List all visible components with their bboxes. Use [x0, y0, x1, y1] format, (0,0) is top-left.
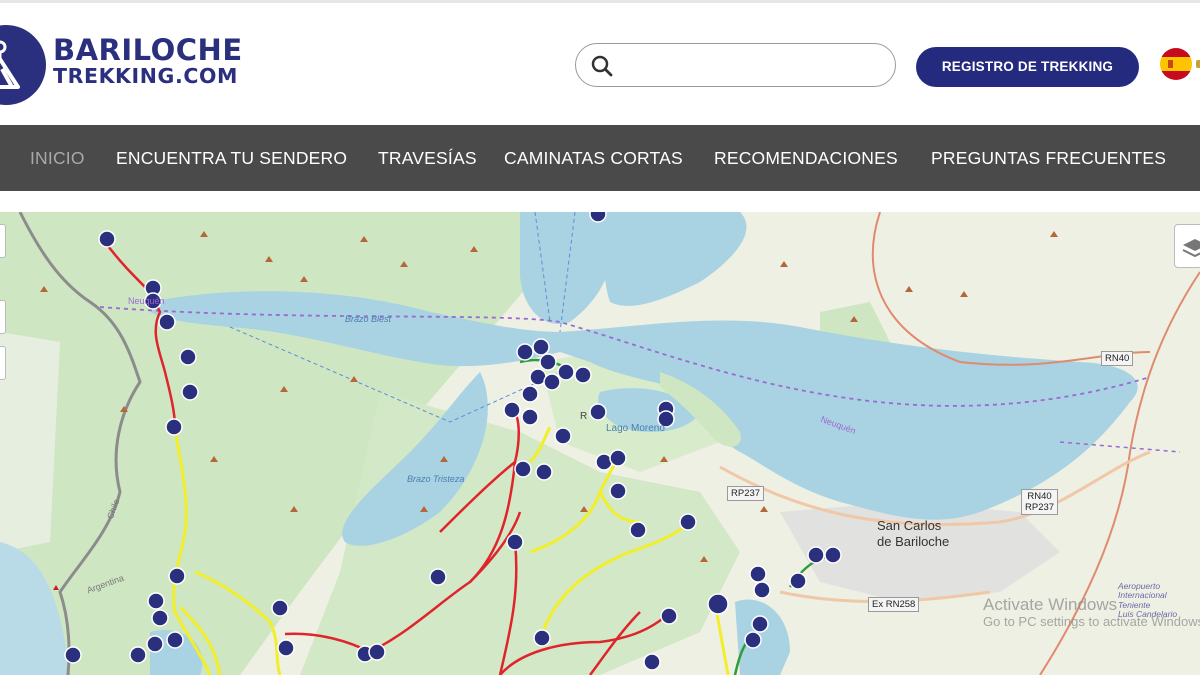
search-icon[interactable] — [590, 54, 614, 78]
nav-recomendaciones[interactable]: RECOMENDACIONES — [714, 125, 898, 191]
road-shield-rn40: RN40 — [1101, 351, 1134, 366]
road-shield-ex-rn258: Ex RN258 — [868, 597, 920, 612]
watermark-subtitle: Go to PC settings to activate Windows. — [983, 613, 1200, 629]
search-input[interactable] — [622, 50, 882, 80]
logo-wordmark[interactable]: BARILOCHE TREKKING.COM — [53, 36, 243, 87]
neuquen-label-west: Neuquén — [128, 296, 165, 306]
watermark-title: Activate Windows — [983, 595, 1118, 614]
road-shield-rn40-rp237: RN40 RP237 — [1021, 489, 1059, 515]
register-trekking-button[interactable]: REGISTRO DE TREKKING — [916, 47, 1139, 87]
nav-encuentra-tu-sendero[interactable]: ENCUENTRA TU SENDERO — [116, 125, 347, 191]
brazo-tristeza-label: Brazo Tristeza — [407, 474, 465, 484]
site-header: BARILOCHE TREKKING.COM REGISTRO DE TREKK… — [0, 3, 1200, 125]
nav-preguntas-frecuentes[interactable]: PREGUNTAS FRECUENTES — [931, 125, 1166, 191]
road-letter-label: R — [580, 411, 588, 422]
layers-icon[interactable] — [1174, 224, 1200, 268]
road-shield-rp237: RP237 — [727, 486, 765, 501]
search-box[interactable] — [575, 43, 896, 87]
windows-activation-watermark: Activate Windows Go to PC settings to ac… — [983, 595, 1200, 629]
logo-mountain-icon[interactable] — [0, 25, 46, 105]
logo-line-1: BARILOCHE — [53, 33, 243, 67]
trail-map[interactable]: San Carlos de Bariloche Lago Moreno Braz… — [0, 212, 1200, 675]
fullscreen-button[interactable] — [0, 346, 6, 380]
language-dropdown-edge[interactable] — [1196, 60, 1200, 68]
brazo-blest-label: Brazo Blest — [345, 314, 392, 324]
lake-moreno-label: Lago Moreno — [606, 423, 665, 434]
city-label: San Carlos de Bariloche — [877, 518, 950, 549]
zoom-in-button[interactable] — [0, 224, 6, 258]
logo-line-2: TREKKING.COM — [53, 64, 239, 88]
spain-flag-icon[interactable] — [1160, 48, 1192, 80]
nav-inicio[interactable]: INICIO — [30, 125, 85, 191]
nav-travesias[interactable]: TRAVESÍAS — [378, 125, 477, 191]
main-navigation: INICIO ENCUENTRA TU SENDERO TRAVESÍAS CA… — [0, 125, 1200, 191]
zoom-out-button[interactable] — [0, 300, 6, 334]
nav-caminatas-cortas[interactable]: CAMINATAS CORTAS — [504, 125, 683, 191]
